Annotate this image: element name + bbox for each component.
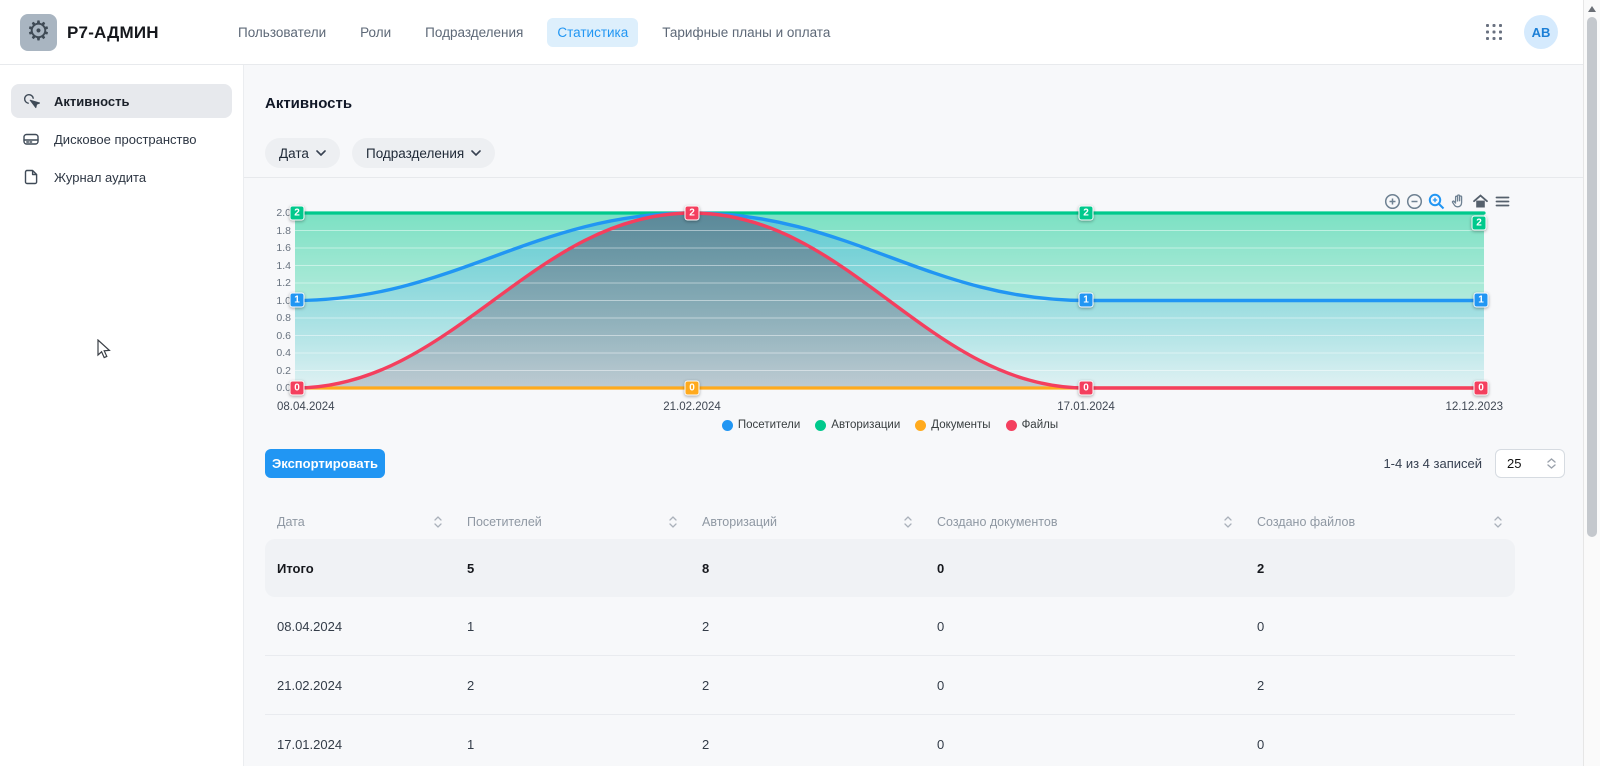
- point-label: 1: [290, 293, 305, 308]
- sort-icon: [904, 516, 912, 528]
- sidebar-item-label: Активность: [54, 94, 129, 109]
- table-row: 21.02.2024 2 2 0 2: [265, 655, 1515, 714]
- legend-files[interactable]: Файлы: [1006, 419, 1059, 431]
- sort-icon: [434, 516, 442, 528]
- nav-departments[interactable]: Подразделения: [415, 18, 533, 47]
- sort-icon: [1494, 516, 1502, 528]
- point-label: 2: [1472, 216, 1487, 231]
- point-label: 2: [290, 206, 305, 221]
- legend-visitors[interactable]: Посетители: [722, 419, 800, 431]
- top-header: ⚙ Р7-АДМИН Пользователи Роли Подразделен…: [0, 0, 1584, 65]
- sidebar-item-audit-log[interactable]: Журнал аудита: [11, 160, 232, 194]
- filter-departments[interactable]: Подразделения: [352, 138, 495, 168]
- nav-roles[interactable]: Роли: [350, 18, 401, 47]
- nav-statistics[interactable]: Статистика: [547, 18, 638, 47]
- gear-logo-icon: ⚙: [20, 14, 57, 51]
- x-axis-label: 21.02.2024: [663, 401, 721, 413]
- legend-documents[interactable]: Документы: [915, 419, 990, 431]
- point-label: 2: [1079, 206, 1094, 221]
- apps-grid-icon[interactable]: [1484, 22, 1504, 42]
- legend-dot-icon: [915, 420, 926, 431]
- chevron-down-icon: [316, 150, 326, 156]
- app-logo: ⚙ Р7-АДМИН: [20, 14, 159, 51]
- reset-home-icon[interactable]: [1471, 192, 1489, 210]
- zoom-out-icon[interactable]: [1405, 192, 1423, 210]
- column-header-visitors[interactable]: Посетителей: [455, 515, 690, 529]
- header-actions: АВ: [1484, 0, 1558, 64]
- main-nav: Пользователи Роли Подразделения Статисти…: [228, 0, 840, 64]
- main-content: Активность Дата Подразделения: [243, 64, 1584, 766]
- scrollbar-thumb[interactable]: [1587, 17, 1597, 537]
- export-button[interactable]: Экспортировать: [265, 449, 385, 478]
- point-label: 2: [685, 206, 700, 221]
- sort-icon: [669, 516, 677, 528]
- chart-plot[interactable]: [265, 185, 1515, 415]
- x-axis-label: 08.04.2024: [277, 401, 335, 413]
- filter-date[interactable]: Дата: [265, 138, 340, 168]
- sidebar-item-activity[interactable]: Активность: [11, 84, 232, 118]
- table-row: 17.01.2024 1 2 0 0: [265, 714, 1515, 766]
- column-header-files-created[interactable]: Создано файлов: [1245, 515, 1515, 529]
- app-root: ⚙ Р7-АДМИН Пользователи Роли Подразделен…: [0, 0, 1600, 766]
- sidebar: Активность Дисковое пространство Журнал …: [0, 64, 244, 766]
- x-axis-label: 12.12.2023: [1445, 401, 1503, 413]
- cursor-click-icon: [22, 92, 40, 110]
- sidebar-item-disk-space[interactable]: Дисковое пространство: [11, 122, 232, 156]
- column-header-date[interactable]: Дата: [265, 515, 455, 529]
- table-row: 08.04.2024 1 2 0 0: [265, 597, 1515, 655]
- activity-chart[interactable]: 2.0 1.8 1.6 1.4 1.2 1.0 0.8 0.6 0.4 0.2 …: [265, 185, 1515, 417]
- records-summary: 1-4 из 4 записей: [1383, 456, 1482, 471]
- nav-users[interactable]: Пользователи: [228, 18, 336, 47]
- point-label: 0: [1079, 381, 1094, 396]
- table-header: Дата Посетителей Авторизаций Создано док…: [265, 505, 1515, 539]
- selection-zoom-icon[interactable]: [1427, 192, 1445, 210]
- nav-tariffs[interactable]: Тарифные планы и оплата: [652, 18, 840, 47]
- vertical-scrollbar[interactable]: [1583, 0, 1600, 766]
- column-header-authorizations[interactable]: Авторизаций: [690, 515, 925, 529]
- chevron-down-icon: [471, 150, 481, 156]
- chart-toolbar: [1383, 192, 1511, 210]
- legend-authorizations[interactable]: Авторизации: [815, 419, 900, 431]
- point-label: 1: [1079, 293, 1094, 308]
- page-size-select[interactable]: 25: [1495, 449, 1565, 478]
- pagination: 1-4 из 4 записей 25: [1383, 449, 1565, 478]
- activity-table: Дата Посетителей Авторизаций Создано док…: [265, 505, 1515, 766]
- user-avatar[interactable]: АВ: [1524, 15, 1558, 49]
- table-row-total: Итого 5 8 0 2: [265, 539, 1515, 597]
- x-axis-label: 17.01.2024: [1057, 401, 1115, 413]
- point-label: 0: [685, 381, 700, 396]
- page-title: Активность: [265, 95, 352, 112]
- point-label: 0: [1474, 381, 1489, 396]
- pan-hand-icon[interactable]: [1449, 192, 1467, 210]
- chart-legend: Посетители Авторизации Документы Файлы: [265, 419, 1515, 431]
- scrollbar-up-arrow-icon[interactable]: [1588, 6, 1596, 12]
- sidebar-item-label: Журнал аудита: [54, 170, 146, 185]
- point-label: 1: [1474, 293, 1489, 308]
- sort-icon: [1224, 516, 1232, 528]
- section-divider: [243, 177, 1584, 178]
- chart-menu-icon[interactable]: [1493, 192, 1511, 210]
- legend-dot-icon: [1006, 420, 1017, 431]
- storage-icon: [22, 130, 40, 148]
- spinner-arrows-icon[interactable]: [1547, 458, 1556, 469]
- document-icon: [22, 168, 40, 186]
- legend-dot-icon: [815, 420, 826, 431]
- legend-dot-icon: [722, 420, 733, 431]
- sidebar-item-label: Дисковое пространство: [54, 132, 197, 147]
- app-title: Р7-АДМИН: [67, 23, 159, 43]
- zoom-in-icon[interactable]: [1383, 192, 1401, 210]
- column-header-documents-created[interactable]: Создано документов: [925, 515, 1245, 529]
- point-label: 0: [290, 381, 305, 396]
